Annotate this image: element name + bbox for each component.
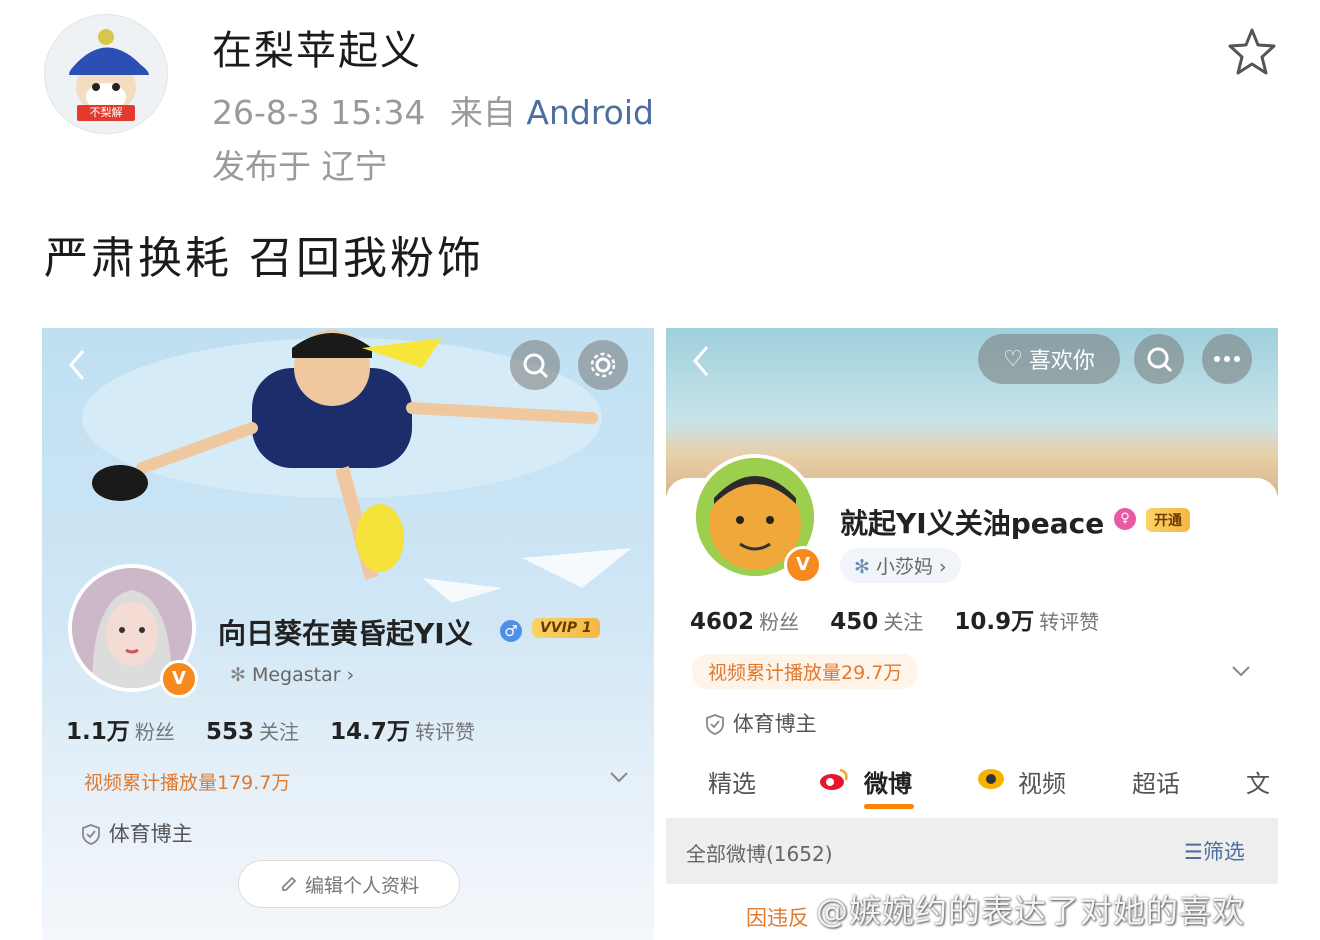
snowflake-icon: ✻ [230, 664, 252, 686]
bottom-notice: 因违反 [746, 906, 809, 930]
post-location: 发布于 辽宁 [212, 147, 388, 186]
settings-button[interactable] [578, 340, 628, 390]
right-tag-label: 小莎妈 [875, 556, 933, 578]
gender-icon: ♂ [500, 620, 522, 642]
follow-label: 关注 [883, 610, 924, 634]
likes-label: 转评赞 [1039, 610, 1100, 634]
tab-featured[interactable]: 精选 [708, 764, 756, 799]
source-link[interactable]: Android [526, 93, 654, 132]
chevron-right-icon: › [932, 556, 947, 578]
filter-button[interactable]: ☰筛选 [1184, 836, 1245, 866]
right-stats: 4602 粉丝 450 关注 10.9万 转评赞 [690, 602, 1099, 636]
filter-label: 筛选 [1202, 840, 1245, 864]
like-you-label: 喜欢你 [1028, 349, 1095, 374]
post-time: 26-8-3 15:34 [212, 93, 426, 132]
edit-profile-label: 编辑个人资料 [304, 874, 419, 897]
profile-tabs: 精选 微博 视频 超话 文 [666, 764, 1278, 812]
all-posts-label[interactable]: 全部微博(1652) [686, 838, 833, 867]
pencil-icon [282, 876, 297, 891]
left-tag[interactable]: ✻ Megastar › [230, 664, 354, 686]
left-video-plays: 视频累计播放量179.7万 [84, 772, 291, 794]
back-icon [69, 350, 85, 380]
favorite-button[interactable] [1224, 24, 1280, 80]
left-category: 体育博主 [80, 818, 193, 848]
weibo-icon [818, 766, 850, 792]
shield-icon [82, 824, 100, 845]
tab-supertopic[interactable]: 超话 [1132, 764, 1180, 799]
author-name[interactable]: 在梨苹起义 [212, 18, 422, 76]
right-video-plays: 视频累计播放量29.7万 [692, 654, 919, 689]
search-icon [1147, 347, 1173, 373]
gender-icon-right: ♀ [1114, 508, 1136, 530]
tab-video[interactable]: 视频 [1018, 764, 1066, 799]
more-button[interactable] [1202, 334, 1252, 384]
left-profile-name: 向日葵在黄昏起YI义 [218, 617, 473, 650]
likes-label: 转评赞 [414, 720, 475, 744]
chevron-down-icon[interactable] [1230, 662, 1252, 684]
left-profile-screenshot: V 向日葵在黄昏起YI义 ♂ VVIP 1 ✻ Megastar › 1.1万 … [42, 328, 654, 940]
likes-count[interactable]: 14.7万 [330, 719, 410, 745]
chevron-right-icon: › [340, 664, 355, 686]
feed-filter-bar: 全部微博(1652) ☰筛选 [666, 818, 1278, 884]
likes-count[interactable]: 10.9万 [954, 609, 1034, 635]
follow-label: 关注 [259, 720, 300, 744]
watermark: @嫉婉约的表达了对她的喜欢 [816, 892, 1246, 930]
right-tag[interactable]: ✻ 小莎妈 › [840, 548, 961, 583]
right-profile-screenshot: ♡ 喜欢你 V 就起YI义关油peace ♀ 开通 ✻ 小莎妈 › 4602 粉丝… [666, 328, 1278, 940]
more-icon [1214, 356, 1240, 362]
source-prefix: 来自 [449, 93, 516, 132]
post-text: 严肃换耗 召回我粉饰 [44, 233, 484, 284]
tab-weibo[interactable]: 微博 [864, 764, 912, 799]
like-you-button[interactable]: ♡ 喜欢你 [978, 334, 1120, 384]
hand-icon: ♡ [1003, 346, 1023, 372]
vip-badge[interactable]: VVIP 1 [532, 618, 600, 638]
fans-count[interactable]: 4602 [690, 609, 754, 635]
back-button-right[interactable] [686, 336, 716, 386]
search-icon [523, 353, 549, 379]
tab-article[interactable]: 文 [1246, 764, 1270, 799]
back-icon [693, 346, 709, 376]
open-vip-badge[interactable]: 开通 [1146, 508, 1190, 532]
star-icon [1228, 28, 1276, 75]
edit-profile-button[interactable]: 编辑个人资料 [238, 860, 460, 908]
right-category-label: 体育博主 [732, 712, 817, 736]
author-avatar[interactable]: 不梨解 [44, 14, 168, 134]
follow-count[interactable]: 553 [206, 719, 254, 745]
video-icon [976, 766, 1006, 792]
filter-icon: ☰ [1184, 840, 1203, 864]
left-tag-label: Megastar [251, 664, 341, 686]
verified-badge-right: V [784, 546, 822, 584]
left-stats: 1.1万 粉丝 553 关注 14.7万 转评赞 [66, 712, 475, 746]
verified-badge: V [160, 660, 198, 698]
search-button[interactable] [510, 340, 560, 390]
right-profile-name: 就起YI义关油peace [840, 507, 1105, 540]
follow-count[interactable]: 450 [830, 609, 878, 635]
post-meta: 26-8-3 15:34 来自 Android [212, 86, 654, 134]
chevron-down-icon[interactable] [608, 768, 630, 790]
fans-label: 粉丝 [134, 720, 175, 744]
snowflake-icon: ✻ [854, 556, 876, 578]
gear-icon [590, 352, 616, 378]
shield-icon [706, 714, 724, 735]
right-category: 体育博主 [704, 708, 817, 738]
tab-active-indicator [864, 804, 914, 809]
fans-label: 粉丝 [759, 610, 800, 634]
search-button-right[interactable] [1134, 334, 1184, 384]
fans-count[interactable]: 1.1万 [66, 719, 130, 745]
left-category-label: 体育博主 [108, 822, 193, 846]
avatar-badge-label: 不梨解 [89, 106, 123, 119]
back-button[interactable] [62, 340, 92, 390]
